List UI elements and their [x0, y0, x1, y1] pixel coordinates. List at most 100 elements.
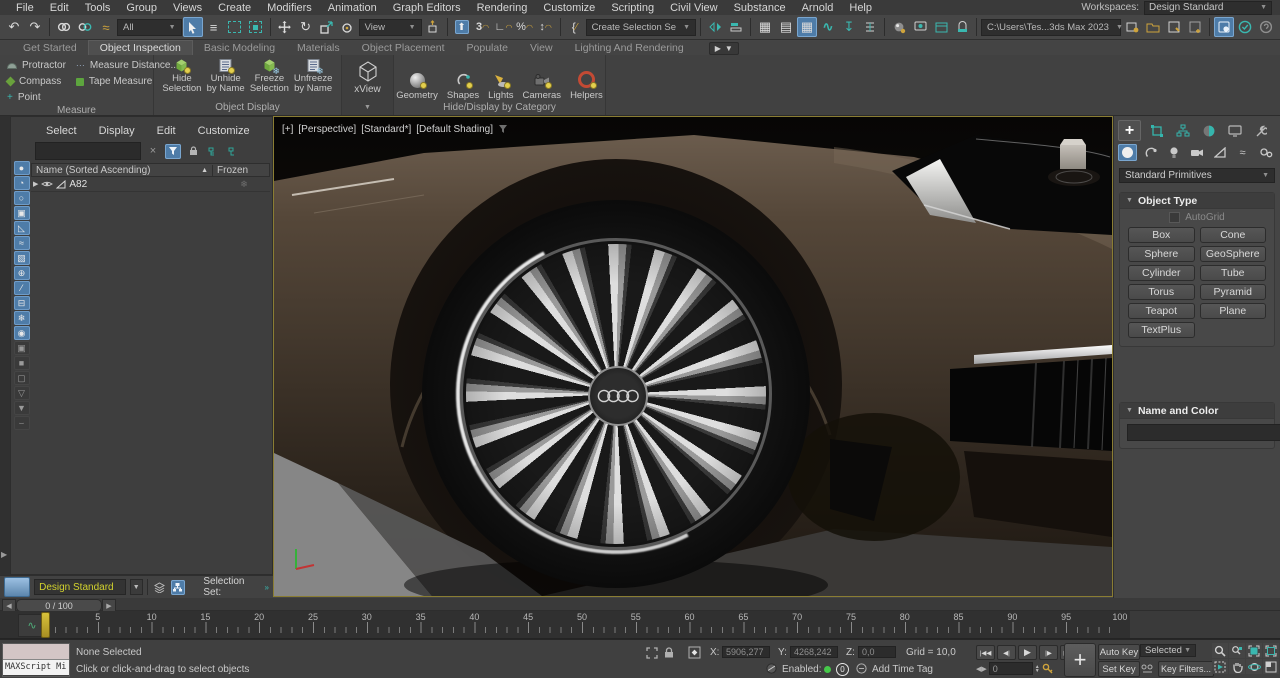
display-spacewarps-icon[interactable]: ≈ [14, 236, 30, 250]
display-groups-icon[interactable]: ▧ [14, 251, 30, 265]
use-pivot-point-button[interactable] [423, 17, 443, 37]
display-frozen-icon[interactable]: ❄ [14, 311, 30, 325]
hide-cameras-toggle[interactable]: Cameras [523, 57, 562, 102]
ribbon-tab-object-placement[interactable]: Object Placement [351, 41, 456, 55]
align-button[interactable] [726, 17, 746, 37]
object-name-field[interactable] [1127, 424, 1280, 441]
primitive-button[interactable]: GeoSphere [1200, 246, 1267, 262]
maxscript-script-field[interactable]: MAXScript Mi [3, 660, 69, 675]
display-lights-icon[interactable]: ○ [14, 191, 30, 205]
play-button[interactable]: ▶ [1018, 645, 1037, 660]
frame-spinner[interactable]: ▲▼ [1035, 665, 1040, 673]
object-display-panel-caption[interactable]: Object Display [154, 102, 341, 115]
schematic-view-button[interactable] [860, 17, 880, 37]
ribbon-tab-view[interactable]: View [519, 41, 564, 55]
isolate-selection-icon[interactable] [646, 647, 658, 659]
display-hidden-icon[interactable]: ◉ [14, 326, 30, 340]
display-materials-icon[interactable]: ■ [14, 356, 30, 370]
mirror-button[interactable] [705, 17, 725, 37]
primitive-button[interactable]: Cylinder [1128, 265, 1195, 281]
display-containers-icon[interactable]: ⊟ [14, 296, 30, 310]
table-row[interactable]: ▶ A82 ❄ [31, 177, 270, 192]
geometry-category-icon[interactable] [1118, 144, 1137, 161]
toggle-layer-explorer-button[interactable]: ▤ [776, 17, 796, 37]
maxscript-macro-field[interactable] [3, 644, 69, 660]
shapes-category-icon[interactable] [1141, 144, 1160, 161]
save-file-icon[interactable] [1164, 17, 1184, 37]
menu-item[interactable]: File [8, 2, 42, 14]
zoom-extents-all-icon[interactable] [1263, 643, 1279, 658]
render-production-button[interactable] [952, 17, 972, 37]
project-folder-dropdown[interactable]: C:\Users\Tes...3ds Max 2023 ▼ [981, 19, 1121, 36]
primitive-button[interactable]: Teapot [1128, 303, 1195, 319]
workspace-dropdown[interactable]: Design Standard ▼ [1144, 1, 1272, 15]
hide-geometry-toggle[interactable]: Geometry [396, 57, 438, 102]
display-xrefs-icon[interactable]: ⊕ [14, 266, 30, 280]
hide-helpers-toggle[interactable]: Helpers [570, 57, 603, 102]
explorer-menu-item[interactable]: Edit [148, 125, 185, 137]
select-by-name-button[interactable]: ≡ [204, 17, 224, 37]
display-geometry-icon[interactable]: ● [14, 161, 30, 175]
hide-lights-toggle[interactable]: Lights [488, 57, 513, 102]
time-slider[interactable] [41, 612, 50, 638]
hide-selection-button[interactable]: Hide Selection [161, 58, 203, 102]
snap-toggle-3d-button[interactable]: 3◠ [473, 17, 493, 37]
frozen-column-header[interactable]: Frozen [212, 165, 269, 176]
primitive-button[interactable]: Cone [1200, 227, 1267, 243]
set-key-button[interactable]: Set Key [1098, 661, 1140, 677]
dope-sheet-button[interactable]: ↧ [839, 17, 859, 37]
primitives-category-dropdown[interactable]: Standard Primitives▼ [1119, 168, 1275, 183]
workspace-dropdown-arrow[interactable]: ▼ [130, 579, 143, 595]
motion-tab[interactable] [1198, 121, 1219, 140]
named-selection-sets-dropdown[interactable]: Create Selection Se ▼ [586, 19, 696, 36]
select-and-place-button[interactable] [338, 17, 358, 37]
cameras-category-icon[interactable] [1187, 144, 1206, 161]
xview-caption-arrow[interactable]: ▼ [342, 102, 393, 115]
menu-item[interactable]: Help [841, 2, 880, 14]
hide-by-category-panel-caption[interactable]: Hide/Display by Category [394, 102, 605, 115]
unhide-by-name-button[interactable]: Unhide by Name [205, 58, 247, 102]
rendered-frame-window-button[interactable] [931, 17, 951, 37]
viewport-shading-menu[interactable]: [Default Shading] [416, 124, 493, 135]
explorer-menu-item[interactable]: Display [90, 125, 144, 137]
display-bones-icon[interactable]: ⁄ [14, 281, 30, 295]
menu-item[interactable]: Graph Editors [385, 2, 469, 14]
menu-item[interactable]: Substance [726, 2, 794, 14]
current-frame-field[interactable] [989, 662, 1033, 675]
autogrid-checkbox[interactable] [1169, 212, 1180, 223]
display-shapes-icon[interactable]: ◔ [14, 176, 30, 190]
set-keys-big-button[interactable]: + [1064, 643, 1096, 677]
import-file-icon[interactable] [1122, 17, 1142, 37]
frame-nudge-icon[interactable]: ◀▶ [976, 665, 987, 673]
filter-funnel-icon[interactable]: ▼ [14, 401, 30, 415]
ribbon-tab-object-inspection[interactable]: Object Inspection [88, 40, 193, 55]
toggle-scene-explorer-button[interactable]: ▦ [755, 17, 775, 37]
hierarchy-tab[interactable] [1172, 121, 1193, 140]
display-cameras-icon[interactable]: ▣ [14, 206, 30, 220]
display-children-icon[interactable]: ▣ [14, 341, 30, 355]
menu-item[interactable]: Scripting [603, 2, 662, 14]
viewport-pov-menu[interactable]: [Perspective] [298, 124, 356, 135]
window-crossing-toggle[interactable] [246, 17, 266, 37]
ribbon-tab-get-started[interactable]: Get Started [12, 41, 88, 55]
y-coordinate-field[interactable]: 4268,242 [790, 646, 838, 658]
enabled-count-badge[interactable]: 0 [836, 663, 849, 676]
check-circle-icon[interactable] [1235, 17, 1255, 37]
z-coordinate-field[interactable]: 0,0 [858, 646, 896, 658]
expand-row-arrow[interactable]: ▶ [33, 180, 38, 188]
layers-icon[interactable] [152, 580, 167, 595]
select-and-manipulate-button[interactable]: ⬆ [452, 17, 472, 37]
go-to-start-button[interactable]: |◀◀ [976, 645, 995, 660]
primitive-button[interactable]: Box [1128, 227, 1195, 243]
explorer-search-input[interactable] [35, 142, 141, 160]
select-link-icon[interactable] [54, 17, 74, 37]
maxscript-globe-icon[interactable] [766, 663, 777, 674]
utilities-tab[interactable] [1250, 121, 1271, 140]
zoom-region-icon[interactable] [1212, 659, 1228, 674]
explorer-column-header[interactable]: Name (Sorted Ascending)▲ Frozen [31, 163, 270, 177]
workspace-selector-dropdown[interactable]: Design Standard [34, 579, 126, 595]
ribbon-tab-materials[interactable]: Materials [286, 41, 351, 55]
helpers-category-icon[interactable] [1210, 144, 1229, 161]
explorer-menu-item[interactable]: Customize [189, 125, 259, 137]
curve-editor-button[interactable]: ∿ [818, 17, 838, 37]
